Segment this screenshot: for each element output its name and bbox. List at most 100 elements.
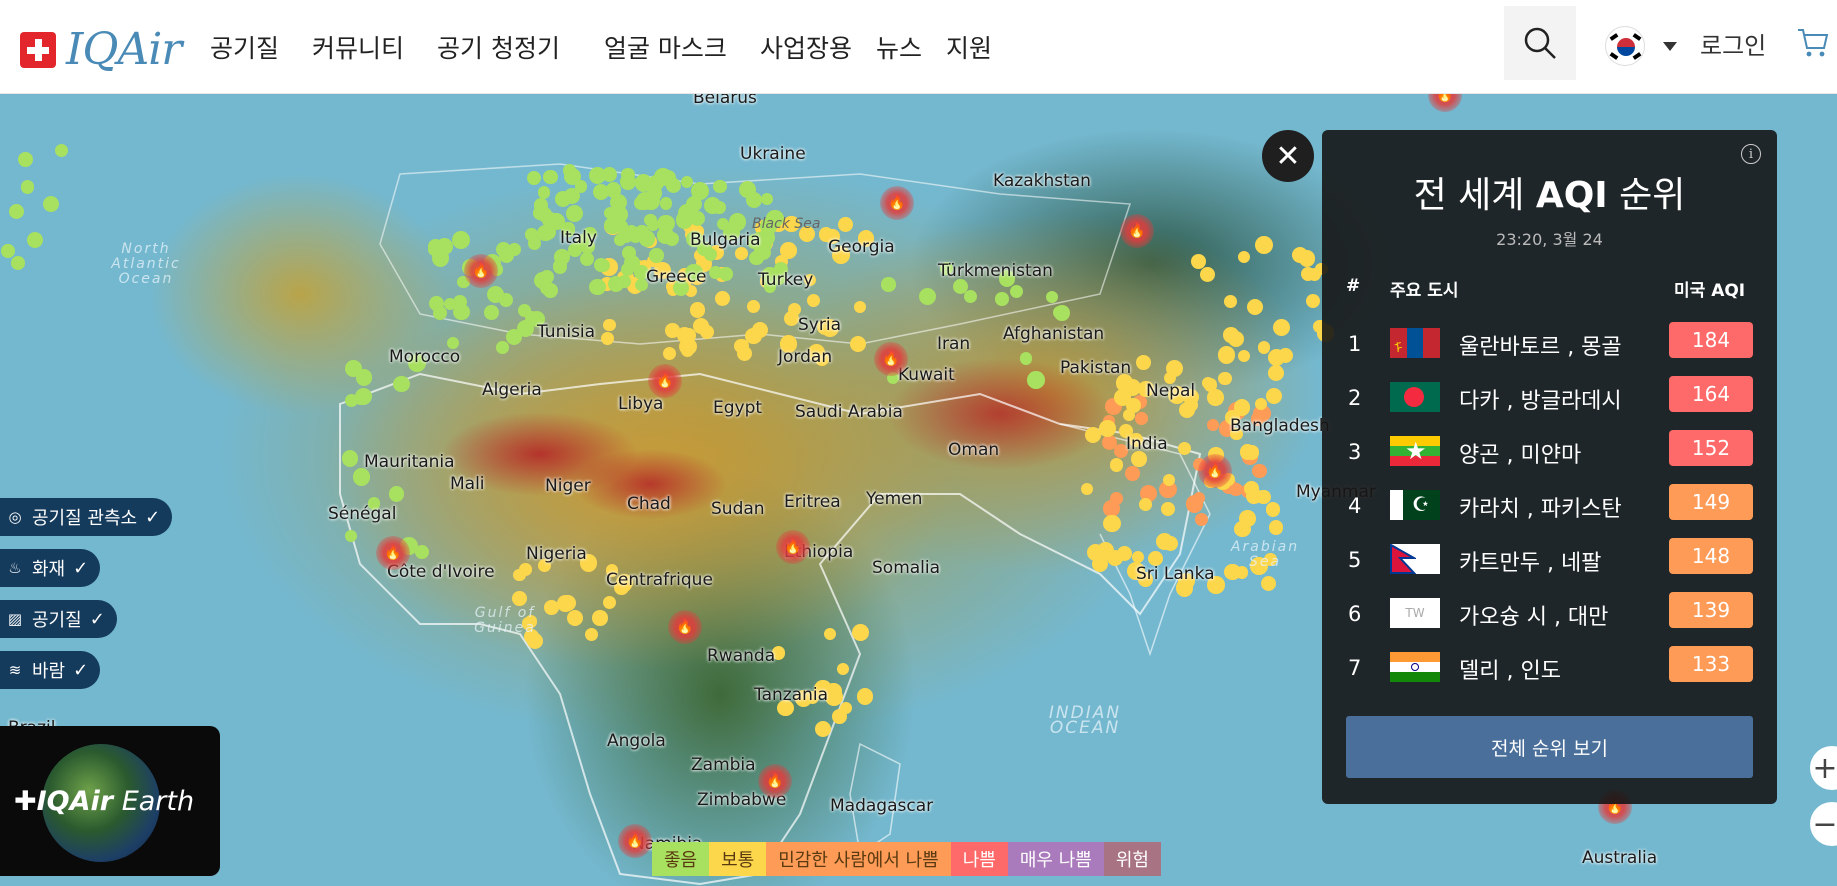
language-selector[interactable] bbox=[1605, 26, 1677, 66]
aqi-station-dot[interactable] bbox=[715, 290, 731, 306]
aqi-station-dot[interactable] bbox=[1218, 371, 1232, 386]
aqi-station-dot[interactable] bbox=[713, 179, 727, 194]
aqi-station-dot[interactable] bbox=[689, 302, 706, 318]
fire-marker-icon[interactable]: 🔥 bbox=[376, 536, 410, 570]
aqi-station-dot[interactable] bbox=[552, 259, 568, 274]
layer-toggle-fires[interactable]: ♨ 화재 ✓ bbox=[0, 549, 101, 587]
fire-marker-icon[interactable]: 🔥 bbox=[758, 764, 792, 798]
cart-button[interactable] bbox=[1796, 26, 1830, 64]
aqi-station-dot[interactable] bbox=[635, 224, 649, 239]
aqi-station-dot[interactable] bbox=[1252, 463, 1267, 479]
aqi-station-dot[interactable] bbox=[525, 228, 538, 241]
aqi-station-dot[interactable] bbox=[1, 244, 15, 258]
ranking-row[interactable]: 5 카트만두 , 네팔 148 bbox=[1322, 536, 1777, 590]
aqi-station-dot[interactable] bbox=[837, 216, 853, 233]
aqi-station-dot[interactable] bbox=[851, 624, 869, 641]
ranking-row[interactable]: 2 다카 , 방글라데시 164 bbox=[1322, 374, 1777, 428]
aqi-station-dot[interactable] bbox=[537, 186, 551, 199]
aqi-station-dot[interactable] bbox=[1101, 434, 1117, 450]
aqi-station-dot[interactable] bbox=[1019, 351, 1033, 365]
aqi-station-dot[interactable] bbox=[518, 563, 532, 577]
aqi-station-dot[interactable] bbox=[746, 191, 763, 208]
aqi-station-dot[interactable] bbox=[344, 394, 358, 408]
aqi-station-dot[interactable] bbox=[451, 230, 470, 249]
aqi-station-dot[interactable] bbox=[1254, 236, 1273, 255]
aqi-station-dot[interactable] bbox=[342, 450, 359, 467]
aqi-station-dot[interactable] bbox=[1228, 330, 1245, 347]
aqi-station-dot[interactable] bbox=[589, 278, 606, 296]
aqi-station-dot[interactable] bbox=[716, 218, 729, 231]
aqi-station-dot[interactable] bbox=[665, 177, 681, 193]
ranking-row[interactable]: 6 TW 가오슝 시 , 대만 139 bbox=[1322, 590, 1777, 644]
aqi-station-dot[interactable] bbox=[856, 688, 874, 705]
aqi-station-dot[interactable] bbox=[613, 234, 626, 247]
iqair-logo[interactable]: IQAir bbox=[20, 24, 182, 75]
aqi-station-dot[interactable] bbox=[995, 292, 1009, 306]
nav-face-masks[interactable]: 얼굴 마스크 bbox=[604, 29, 727, 65]
aqi-station-dot[interactable] bbox=[621, 167, 635, 182]
aqi-station-dot[interactable] bbox=[1160, 501, 1175, 516]
aqi-station-dot[interactable] bbox=[1260, 575, 1277, 591]
nav-support[interactable]: 지원 bbox=[946, 29, 992, 65]
aqi-station-dot[interactable] bbox=[1139, 498, 1153, 511]
aqi-station-dot[interactable] bbox=[600, 331, 614, 345]
fire-marker-icon[interactable]: 🔥 bbox=[1198, 454, 1232, 488]
aqi-station-dot[interactable] bbox=[1054, 304, 1071, 321]
zoom-in-button[interactable]: + bbox=[1810, 746, 1837, 790]
aqi-station-dot[interactable] bbox=[657, 214, 675, 232]
aqi-station-dot[interactable] bbox=[831, 709, 847, 725]
aqi-station-dot[interactable] bbox=[1267, 365, 1284, 382]
layer-toggle-wind[interactable]: ≋ 바람 ✓ bbox=[0, 651, 101, 689]
aqi-station-dot[interactable] bbox=[1124, 465, 1140, 481]
aqi-station-dot[interactable] bbox=[533, 197, 549, 213]
aqi-station-dot[interactable] bbox=[1277, 347, 1293, 363]
aqi-station-dot[interactable] bbox=[823, 627, 837, 640]
fire-marker-icon[interactable]: 🔥 bbox=[1120, 214, 1154, 248]
aqi-station-dot[interactable] bbox=[1246, 488, 1262, 504]
aqi-station-dot[interactable] bbox=[611, 206, 629, 223]
layer-toggle-stations[interactable]: ◎ 공기질 관측소 ✓ bbox=[0, 498, 173, 536]
aqi-station-dot[interactable] bbox=[1122, 409, 1135, 422]
aqi-station-dot[interactable] bbox=[1265, 502, 1281, 517]
aqi-station-dot[interactable] bbox=[1239, 444, 1255, 460]
aqi-station-dot[interactable] bbox=[11, 255, 25, 270]
nav-news[interactable]: 뉴스 bbox=[876, 29, 922, 65]
view-full-ranking-button[interactable]: 전체 순위 보기 bbox=[1346, 716, 1753, 778]
fire-marker-icon[interactable]: 🔥 bbox=[668, 610, 702, 644]
iqair-earth-badge[interactable]: ✚IQAir Earth bbox=[0, 726, 220, 876]
nav-community[interactable]: 커뮤니티 bbox=[312, 29, 404, 65]
aqi-station-dot[interactable] bbox=[1103, 514, 1121, 532]
aqi-station-dot[interactable] bbox=[543, 282, 558, 298]
aqi-station-dot[interactable] bbox=[355, 368, 373, 386]
aqi-station-dot[interactable] bbox=[881, 277, 896, 292]
fire-marker-icon[interactable]: 🔥 bbox=[618, 824, 652, 858]
ranking-row[interactable]: 1 ᠮ 울란바토르 , 몽골 184 bbox=[1322, 320, 1777, 374]
aqi-station-dot[interactable] bbox=[17, 151, 33, 167]
aqi-station-dot[interactable] bbox=[1099, 420, 1116, 437]
layer-toggle-air-quality[interactable]: ▨ 공기질 ✓ bbox=[0, 600, 117, 638]
aqi-station-dot[interactable] bbox=[1009, 285, 1023, 299]
aqi-station-dot[interactable] bbox=[689, 210, 705, 227]
fire-marker-icon[interactable]: 🔥 bbox=[776, 530, 810, 564]
aqi-station-dot[interactable] bbox=[539, 223, 556, 240]
fire-marker-icon[interactable]: 🔥 bbox=[648, 364, 682, 398]
aqi-station-dot[interactable] bbox=[414, 545, 429, 560]
aqi-station-dot[interactable] bbox=[1123, 378, 1141, 397]
info-icon[interactable]: i bbox=[1741, 144, 1761, 164]
aqi-station-dot[interactable] bbox=[780, 242, 797, 259]
aqi-station-dot[interactable] bbox=[1246, 298, 1264, 316]
ranking-row[interactable]: 4 ☪ 카라치 , 파키스탄 149 bbox=[1322, 482, 1777, 536]
aqi-station-dot[interactable] bbox=[393, 375, 410, 393]
aqi-station-dot[interactable] bbox=[484, 305, 500, 321]
aqi-station-dot[interactable] bbox=[719, 267, 733, 281]
aqi-station-dot[interactable] bbox=[712, 200, 726, 215]
aqi-station-dot[interactable] bbox=[1185, 495, 1204, 513]
zoom-out-button[interactable]: − bbox=[1810, 802, 1837, 846]
aqi-station-dot[interactable] bbox=[1217, 346, 1236, 364]
aqi-station-dot[interactable] bbox=[664, 232, 679, 247]
aqi-station-dot[interactable] bbox=[428, 243, 442, 257]
aqi-station-dot[interactable] bbox=[555, 190, 572, 207]
fire-marker-icon[interactable]: 🔥 bbox=[880, 186, 914, 220]
aqi-station-dot[interactable] bbox=[496, 341, 509, 354]
aqi-station-dot[interactable] bbox=[495, 241, 511, 257]
